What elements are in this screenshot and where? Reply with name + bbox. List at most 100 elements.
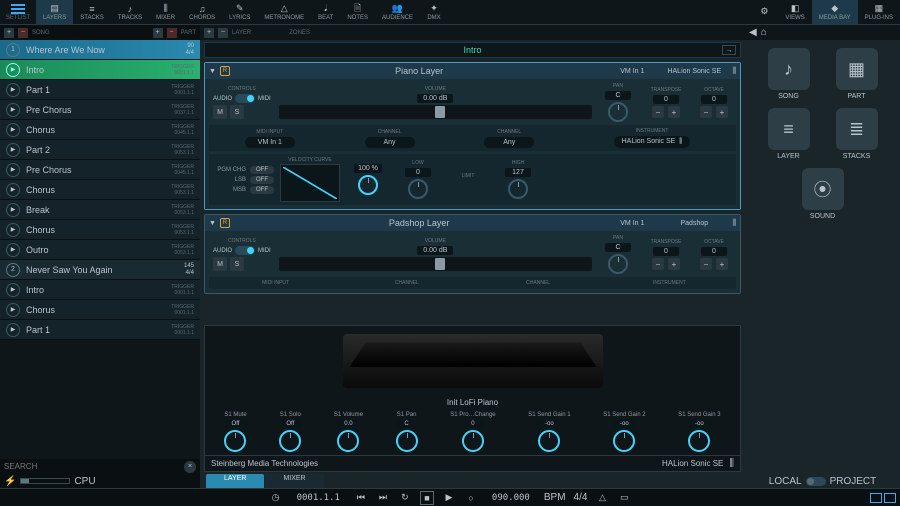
home-icon[interactable]: ⌂ (761, 27, 767, 38)
pan-knob[interactable] (608, 254, 628, 274)
transpose-minus[interactable]: − (652, 106, 664, 118)
mediabay-tile-song[interactable]: ♪SONG (759, 48, 819, 100)
octave-minus[interactable]: − (700, 106, 712, 118)
tab-dmx[interactable]: ✦DMX (420, 0, 448, 24)
octave-minus[interactable]: − (700, 258, 712, 270)
channel2-select[interactable]: Any (484, 137, 534, 148)
prev-button[interactable]: ⏮ (354, 491, 368, 505)
setlist-part[interactable]: ▶OutroTRIGGER0053.1.1 (0, 240, 200, 260)
tab-stacks[interactable]: ≡STACKS (73, 0, 111, 24)
layer-menu-icon[interactable]: ⫼ (732, 218, 736, 228)
chord-icon[interactable]: ▭ (617, 491, 631, 505)
part-name-bar[interactable]: Intro → (204, 42, 741, 58)
add-song-button[interactable]: + (4, 28, 14, 38)
param-knob[interactable] (396, 430, 418, 452)
setlist-song[interactable]: 1Where Are We Now904/4 (0, 40, 200, 60)
tab-audience[interactable]: 👥AUDIENCE (375, 0, 420, 24)
layer-menu-icon[interactable]: ⫼ (732, 66, 736, 76)
channel1-select[interactable]: Any (365, 137, 415, 148)
audio-midi-toggle[interactable] (235, 94, 255, 103)
param-knob[interactable] (538, 430, 560, 452)
solo-button[interactable]: S (230, 105, 244, 119)
volume-value[interactable]: 0.00 dB (417, 246, 453, 255)
param-knob[interactable] (688, 430, 710, 452)
mute-button[interactable]: M (213, 105, 227, 119)
setlist-part[interactable]: ▶Pre ChorusTRIGGER0037.1.1 (0, 100, 200, 120)
tab-chords[interactable]: ♫CHORDS (182, 0, 222, 24)
mediabay-tile-sound[interactable]: ⦿SOUND (793, 168, 853, 220)
layer-name[interactable]: Padshop Layer (234, 218, 604, 228)
mute-button[interactable]: M (213, 257, 227, 271)
tab-layers[interactable]: ▤LAYERS (36, 0, 73, 24)
layer-name[interactable]: Piano Layer (234, 66, 604, 76)
layer-instrument[interactable]: Padshop (660, 220, 728, 227)
setlist-part[interactable]: ▶Part 1TRIGGER0001.1.1 (0, 80, 200, 100)
record-arm-button[interactable]: R (220, 218, 230, 228)
next-button[interactable]: ⏭ (376, 491, 390, 505)
param-knob[interactable] (462, 430, 484, 452)
collapse-icon[interactable]: ▼ (209, 68, 216, 75)
metronome-icon[interactable]: △ (595, 491, 609, 505)
setlist-part[interactable]: ▶ChorusTRIGGER0053.1.1 (0, 220, 200, 240)
record-arm-button[interactable]: R (220, 66, 230, 76)
local-project-toggle[interactable] (806, 477, 826, 486)
transpose-plus[interactable]: + (668, 106, 680, 118)
back-arrow-icon[interactable]: ◀ (749, 27, 757, 38)
tab-settings[interactable]: ⚙ (750, 0, 778, 24)
tab-metronome[interactable]: △METRONOME (257, 0, 311, 24)
next-part-button[interactable]: → (722, 45, 736, 55)
pgm-chg-toggle[interactable]: OFF (250, 166, 274, 174)
volume-value[interactable]: 0.00 dB (417, 94, 453, 103)
clear-search-button[interactable]: × (184, 461, 196, 473)
view-right-button[interactable] (884, 493, 896, 503)
mediabay-tile-part[interactable]: ▦PART (827, 48, 887, 100)
add-layer-button[interactable]: + (204, 28, 214, 38)
tab-notes[interactable]: 🗎NOTES (340, 0, 375, 24)
lsb-toggle[interactable]: OFF (250, 176, 274, 184)
tab-mixer[interactable]: MIXER (265, 474, 323, 488)
tab-mixer[interactable]: ⫼MIXER (149, 0, 182, 24)
tab-layer[interactable]: LAYER (206, 474, 264, 488)
tab-views[interactable]: ◧VIEWS (778, 0, 811, 24)
transpose-plus[interactable]: + (668, 258, 680, 270)
solo-button[interactable]: S (230, 257, 244, 271)
loop-button[interactable]: ↻ (398, 491, 412, 505)
setlist-song[interactable]: 2Never Saw You Again1454/4 (0, 260, 200, 280)
msb-toggle[interactable]: OFF (250, 186, 274, 194)
volume-slider[interactable] (279, 105, 592, 119)
tab-tracks[interactable]: ♪TRACKS (111, 0, 149, 24)
setlist-part[interactable]: ▶ChorusTRIGGER0001.1.1 (0, 300, 200, 320)
midi-input-select[interactable]: VM In 1 (245, 137, 295, 148)
setlist-part[interactable]: ▶IntroTRIGGER0001.1.1 (0, 60, 200, 80)
remove-layer-button[interactable]: − (218, 28, 228, 38)
octave-plus[interactable]: + (716, 258, 728, 270)
collapse-icon[interactable]: ▼ (209, 220, 216, 227)
audio-midi-toggle[interactable] (235, 246, 255, 255)
tab-lyrics[interactable]: ✎LYRICS (222, 0, 257, 24)
remove-part-button[interactable]: − (167, 28, 177, 38)
high-knob[interactable] (508, 179, 528, 199)
velocity-knob[interactable] (358, 175, 378, 195)
add-part-button[interactable]: + (153, 28, 163, 38)
octave-plus[interactable]: + (716, 106, 728, 118)
instrument-select[interactable]: HALion Sonic SE ⫼ (614, 136, 691, 148)
mediabay-tile-layer[interactable]: ≡LAYER (759, 108, 819, 160)
setlist-menu-button[interactable]: SETLIST (0, 0, 36, 24)
tab-mediabay[interactable]: ◆MEDIA BAY (812, 0, 858, 24)
param-knob[interactable] (613, 430, 635, 452)
setlist-part[interactable]: ▶Pre ChorusTRIGGER0045.1.1 (0, 160, 200, 180)
time-icon[interactable]: ◷ (269, 491, 283, 505)
setlist-part[interactable]: ▶Part 1TRIGGER0001.1.1 (0, 320, 200, 340)
layer-vm[interactable]: VM In 1 (608, 220, 656, 227)
search-input[interactable] (4, 462, 184, 471)
setlist-part[interactable]: ▶ChorusTRIGGER0045.1.1 (0, 120, 200, 140)
time-signature[interactable]: 4/4 (574, 492, 588, 503)
view-left-button[interactable] (870, 493, 882, 503)
tempo-value[interactable]: 090.000 (486, 493, 536, 503)
setlist-part[interactable]: ▶Part 2TRIGGER0053.1.1 (0, 140, 200, 160)
tab-beat[interactable]: 𝅘𝅥BEAT (311, 0, 340, 24)
remove-song-button[interactable]: − (18, 28, 28, 38)
transpose-minus[interactable]: − (652, 258, 664, 270)
param-knob[interactable] (279, 430, 301, 452)
layer-instrument[interactable]: HALion Sonic SE (660, 68, 728, 75)
